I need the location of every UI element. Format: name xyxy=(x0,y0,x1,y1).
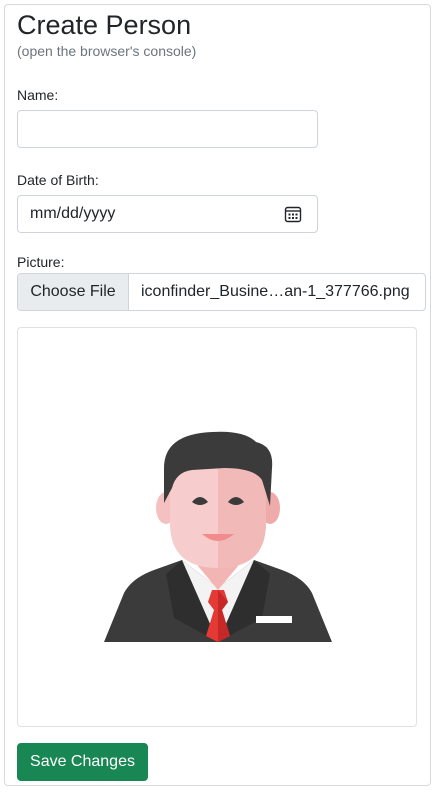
name-input[interactable] xyxy=(17,110,318,148)
dob-placeholder: mm/dd/yyyy xyxy=(30,205,116,222)
page-title: Create Person xyxy=(17,10,192,40)
save-button[interactable]: Save Changes xyxy=(17,743,148,781)
selected-file-name: iconfinder_Busine…an-1_377766.png xyxy=(141,283,410,300)
businessman-avatar-icon xyxy=(104,431,332,642)
picture-preview xyxy=(17,327,417,727)
name-label: Name: xyxy=(17,87,59,103)
choose-file-button[interactable]: Choose File xyxy=(18,274,129,310)
picture-file-input[interactable]: Choose File iconfinder_Busine…an-1_37776… xyxy=(17,273,426,311)
picture-label: Picture: xyxy=(17,254,65,270)
dob-input[interactable]: mm/dd/yyyy xyxy=(17,195,318,233)
calendar-icon[interactable] xyxy=(284,205,302,223)
dob-label: Date of Birth: xyxy=(17,172,99,188)
page-subtitle: (open the browser's console) xyxy=(17,43,197,59)
